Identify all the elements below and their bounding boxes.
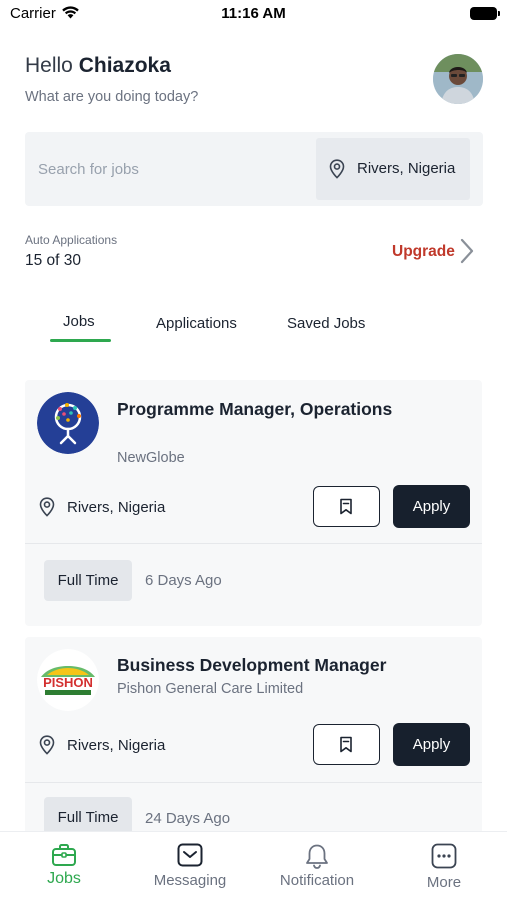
job-location-label: Rivers, Nigeria bbox=[67, 737, 166, 754]
greeting: Hello Chiazoka bbox=[25, 54, 171, 78]
greeting-prefix: Hello bbox=[25, 54, 73, 77]
bottom-nav: Jobs Messaging Notification More bbox=[0, 831, 507, 900]
apply-button[interactable]: Apply bbox=[393, 723, 470, 766]
location-selector[interactable]: Rivers, Nigeria bbox=[316, 138, 470, 200]
status-time: 11:16 AM bbox=[221, 5, 286, 22]
newglobe-logo bbox=[37, 392, 99, 454]
tab-jobs[interactable]: Jobs bbox=[63, 313, 95, 330]
posted-date: 6 Days Ago bbox=[145, 572, 222, 589]
user-name: Chiazoka bbox=[78, 54, 171, 77]
job-title[interactable]: Programme Manager, Operations bbox=[117, 396, 417, 422]
pishon-logo: PISHON bbox=[37, 649, 99, 711]
avatar-photo bbox=[433, 54, 483, 104]
bookmark-icon bbox=[340, 498, 352, 515]
nav-item-jobs[interactable]: Jobs bbox=[1, 832, 127, 900]
location-label: Rivers, Nigeria bbox=[357, 160, 456, 177]
card-divider bbox=[25, 782, 482, 783]
nav-item-messaging[interactable]: Messaging bbox=[127, 832, 253, 900]
upgrade-link[interactable]: Upgrade bbox=[392, 243, 455, 261]
job-title[interactable]: Business Development Manager bbox=[117, 652, 477, 678]
greeting-subtitle: What are you doing today? bbox=[25, 89, 199, 105]
pishon-logo-text: PISHON bbox=[43, 675, 93, 690]
bookmark-button[interactable] bbox=[313, 724, 380, 765]
avatar[interactable] bbox=[433, 54, 483, 104]
search-bar: Search for jobs Rivers, Nigeria bbox=[25, 132, 483, 206]
active-tab-indicator bbox=[50, 339, 111, 342]
apply-button[interactable]: Apply bbox=[393, 485, 470, 528]
inbox-icon bbox=[177, 843, 203, 867]
location-pin-icon bbox=[329, 159, 345, 179]
bell-icon bbox=[306, 844, 328, 869]
nav-label-more: More bbox=[426, 874, 462, 891]
more-icon bbox=[431, 843, 457, 869]
auto-applications-label: Auto Applications bbox=[25, 233, 118, 247]
bookmark-button[interactable] bbox=[313, 486, 380, 527]
tab-applications[interactable]: Applications bbox=[156, 315, 237, 332]
status-bar: Carrier 11:16 AM bbox=[0, 0, 507, 28]
job-location-label: Rivers, Nigeria bbox=[67, 499, 166, 516]
search-input[interactable]: Search for jobs bbox=[38, 161, 139, 178]
company-name: Pishon General Care Limited bbox=[117, 681, 304, 697]
company-name: NewGlobe bbox=[117, 450, 185, 466]
chevron-right-icon[interactable] bbox=[459, 238, 475, 264]
location-pin-icon bbox=[39, 497, 55, 517]
bookmark-icon bbox=[340, 736, 352, 753]
nav-item-more[interactable]: More bbox=[381, 832, 507, 900]
battery-icon bbox=[470, 7, 500, 20]
briefcase-icon bbox=[52, 844, 76, 866]
nav-label-messaging: Messaging bbox=[153, 872, 227, 889]
posted-date: 24 Days Ago bbox=[145, 810, 231, 827]
nav-label-jobs: Jobs bbox=[47, 870, 81, 887]
nav-label-notification: Notification bbox=[279, 872, 355, 889]
auto-applications-count: 15 of 30 bbox=[25, 252, 82, 269]
nav-item-notification[interactable]: Notification bbox=[254, 832, 380, 900]
card-divider bbox=[25, 543, 482, 544]
location-pin-icon bbox=[39, 735, 55, 755]
job-type-badge: Full Time bbox=[44, 560, 132, 601]
tab-saved-jobs[interactable]: Saved Jobs bbox=[287, 315, 365, 332]
job-card[interactable]: Programme Manager, Operations NewGlobe R… bbox=[25, 380, 482, 626]
